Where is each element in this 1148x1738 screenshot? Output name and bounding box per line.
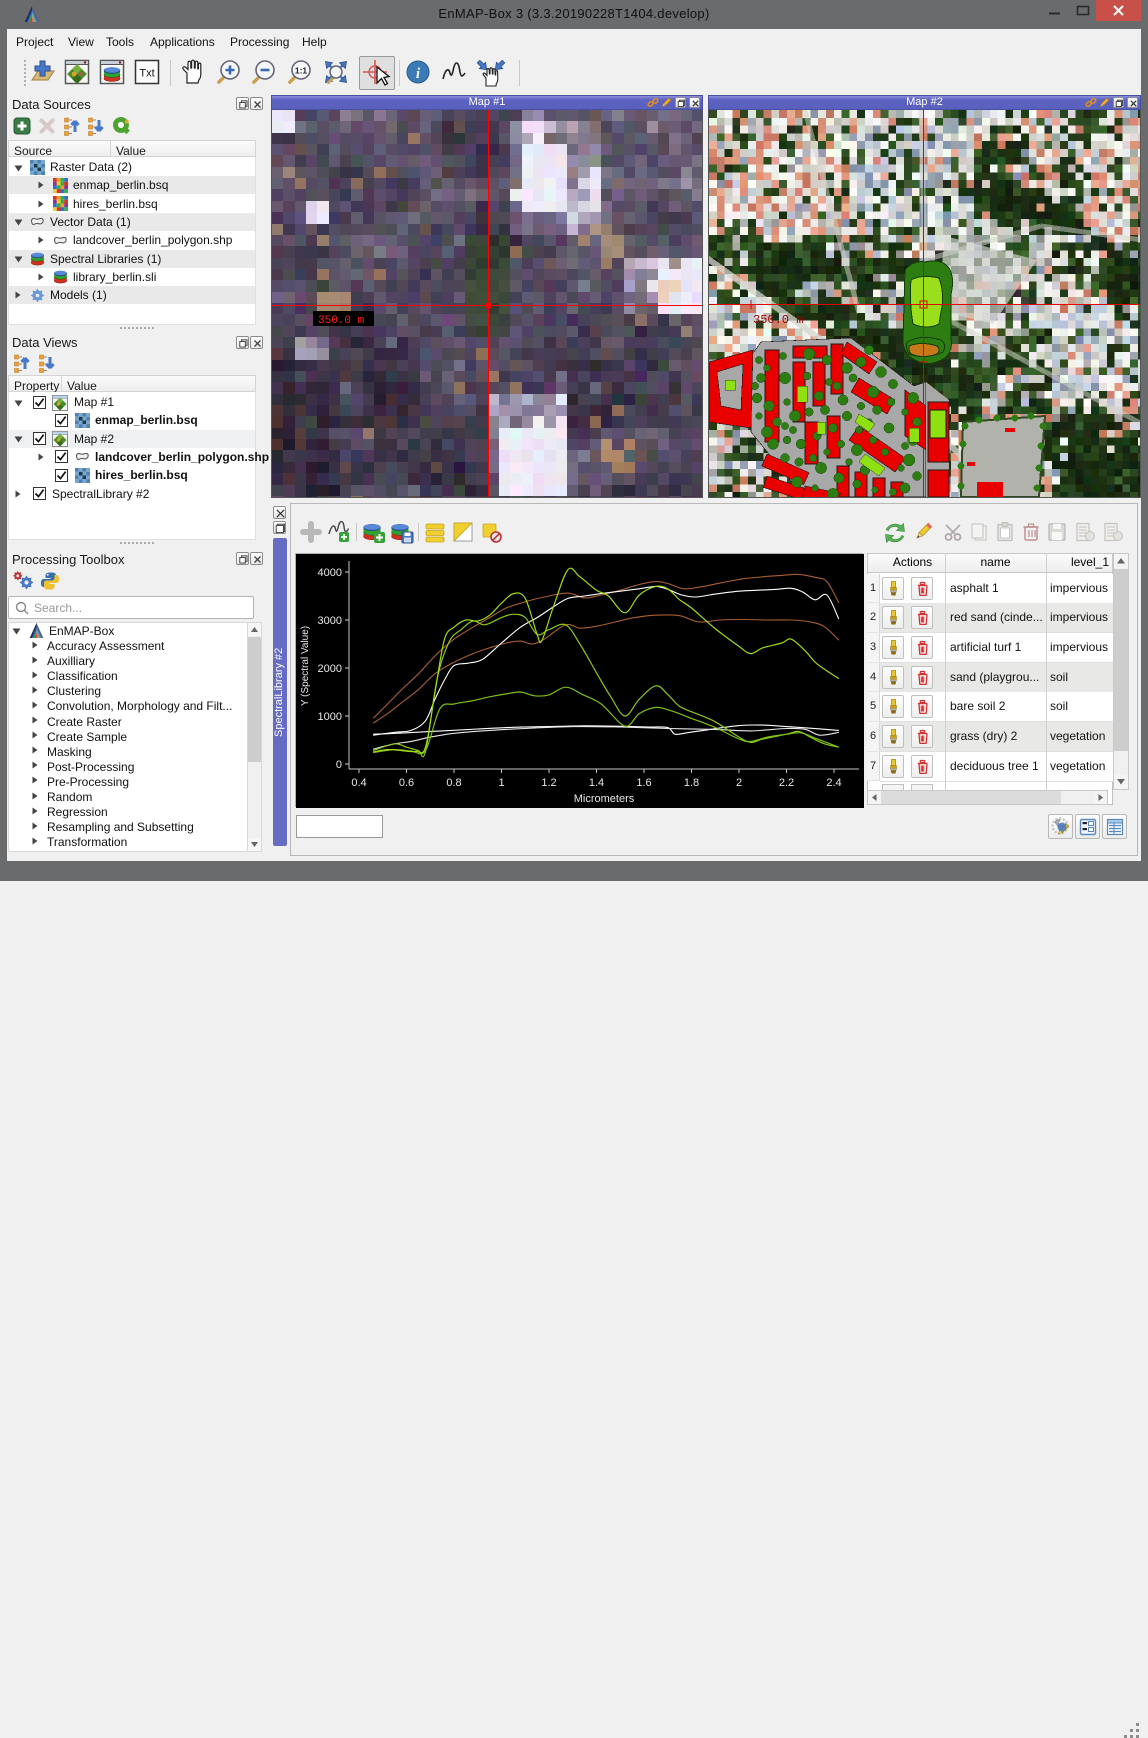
svg-text:1000: 1000 <box>318 711 342 723</box>
svg-text:2000: 2000 <box>318 663 342 675</box>
svg-text:3000: 3000 <box>318 615 342 627</box>
svg-text:0.8: 0.8 <box>446 777 461 789</box>
svg-text:0.4: 0.4 <box>351 777 366 789</box>
svg-text:0: 0 <box>336 759 342 771</box>
svg-text:Txt: Txt <box>139 68 154 80</box>
svg-text:1.2: 1.2 <box>541 777 556 789</box>
svg-text:1.4: 1.4 <box>589 777 604 789</box>
svg-text:2: 2 <box>736 777 742 789</box>
svg-text:1: 1 <box>498 777 504 789</box>
svg-text:350.0 m: 350.0 m <box>753 313 803 327</box>
svg-text:2.4: 2.4 <box>826 777 841 789</box>
svg-text:1.8: 1.8 <box>684 777 699 789</box>
svg-text:Y (Spectral Value): Y (Spectral Value) <box>300 626 311 706</box>
svg-text:1.6: 1.6 <box>636 777 651 789</box>
svg-text:4000: 4000 <box>318 567 342 579</box>
svg-text:1:1: 1:1 <box>295 66 308 76</box>
svg-text:350.0 m: 350.0 m <box>318 315 365 327</box>
svg-text:0.6: 0.6 <box>399 777 414 789</box>
svg-text:2.2: 2.2 <box>779 777 794 789</box>
svg-text:Micrometers: Micrometers <box>574 793 635 805</box>
